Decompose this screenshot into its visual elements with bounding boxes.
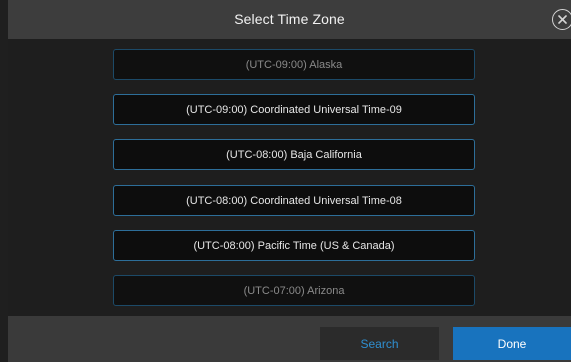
close-icon xyxy=(558,15,567,24)
time-zone-item[interactable]: (UTC-07:00) Arizona xyxy=(113,275,475,306)
title-bar: Select Time Zone xyxy=(8,0,571,39)
time-zone-item[interactable]: (UTC-08:00) Baja California xyxy=(113,139,475,170)
close-button[interactable] xyxy=(552,9,571,30)
action-bar: Search Done xyxy=(8,316,571,362)
dialog-title: Select Time Zone xyxy=(234,11,345,27)
time-zone-item[interactable]: (UTC-09:00) Coordinated Universal Time-0… xyxy=(113,94,475,125)
time-zone-list[interactable]: (UTC-09:00) Alaska (UTC-09:00) Coordinat… xyxy=(8,39,571,316)
time-zone-dialog: Select Time Zone (UTC-09:00) Alaska (UTC… xyxy=(0,0,571,362)
search-button[interactable]: Search xyxy=(320,327,439,360)
done-button[interactable]: Done xyxy=(453,327,571,360)
time-zone-item[interactable]: (UTC-08:00) Coordinated Universal Time-0… xyxy=(113,185,475,216)
time-zone-item[interactable]: (UTC-08:00) Pacific Time (US & Canada) xyxy=(113,230,475,261)
time-zone-item[interactable]: (UTC-09:00) Alaska xyxy=(113,49,475,80)
